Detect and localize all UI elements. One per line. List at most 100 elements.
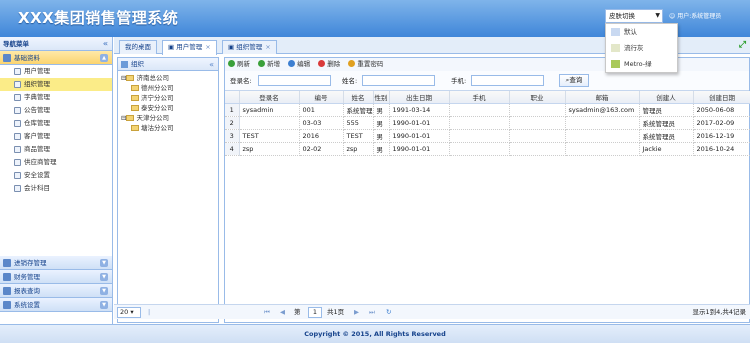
accordion-inventory[interactable]: 进销存管理 ▼ [0,256,112,270]
table-cell [509,116,566,130]
add-button[interactable]: 新增 [258,58,280,71]
column-header[interactable]: 邮箱 [565,91,640,104]
sidebar-item-security[interactable]: 安全设置 [0,169,112,182]
table-cell: 2016 [299,129,344,143]
folder-icon [126,115,135,121]
column-header[interactable]: 职业 [509,91,566,104]
table-row[interactable]: 3 TEST 2016 TEST 男 1990-01-01 系统管理员 2016-12-19 [225,129,750,143]
user-icon: ☺ [669,13,676,20]
footer: Copyright © 2015, All Rights Reserved [0,324,750,343]
folder-icon [131,125,139,131]
theme-option-gray[interactable]: 流行灰 [606,40,677,56]
table-cell: 男 [373,129,390,143]
collapse-left-icon[interactable]: « [103,37,108,51]
tree-node[interactable]: 塘沽分公司 [121,123,218,133]
expand-icon[interactable]: ▼ [100,259,108,267]
table-row[interactable]: 2 03-03 555 男 1990-01-01 系统管理员 2017-02-09 [225,116,750,130]
column-header[interactable]: 手机 [449,91,510,104]
column-header[interactable]: 创建人 [639,91,694,104]
sidebar-title: 导航菜单 [3,40,29,48]
page-input[interactable]: 1 [308,307,322,318]
search-button[interactable]: ⌕查询 [559,74,589,87]
table-cell [565,142,640,156]
phone-input[interactable] [471,75,544,86]
theme-swatch-icon [611,60,620,68]
tree-node[interactable]: ⊟ 天津分公司 [121,113,218,123]
tree-node[interactable]: 济宁分公司 [121,93,218,103]
tab-desktop[interactable]: 我的桌面 [119,40,157,54]
edit-button[interactable]: 编辑 [288,58,310,71]
user-info[interactable]: ☺ 用户:系统管理员 [669,11,721,20]
phone-field: 手机: [451,75,544,87]
refresh-icon[interactable]: ↻ [386,305,391,320]
refresh-button[interactable]: 刷新 [228,58,250,71]
theme-option-default[interactable]: 默认 [606,24,677,40]
table-cell [509,142,566,156]
finance-icon [3,273,11,281]
next-page-icon[interactable]: ▶ [354,305,359,320]
sidebar-item-warehouse[interactable]: 仓库管理 [0,117,112,130]
list-icon [14,185,21,192]
expand-icon[interactable]: ▼ [100,301,108,309]
settings-icon [3,301,11,309]
row-number: 2 [225,116,240,130]
column-header[interactable]: 创建日期 [693,91,750,104]
tab-org-management[interactable]: ▣ 组织管理 × [222,40,277,54]
theme-option-metro-green[interactable]: Metro-绿 [606,56,677,72]
column-header[interactable]: 编号 [299,91,344,104]
tab-user-management[interactable]: ▣ 用户管理 × [162,40,217,55]
accordion-finance[interactable]: 财务管理 ▼ [0,270,112,284]
table-header-row: 登录名 编号 姓名 性别 出生日期 手机 职业 邮箱 创建人 创建日期 [225,91,750,104]
login-input[interactable] [258,75,331,86]
sidebar-item-supplier[interactable]: 供应商管理 [0,156,112,169]
collapse-icon[interactable]: ▲ [100,54,108,62]
page-suffix: 共1页 [327,308,345,316]
close-icon[interactable]: × [205,43,210,51]
accordion-system[interactable]: 系统设置 ▼ [0,298,112,312]
chevron-down-icon: ▾ [130,308,134,316]
column-header[interactable]: 姓名 [343,91,374,104]
collapse-left-icon[interactable]: « [209,58,214,71]
folder-icon [131,105,139,111]
sidebar-item-customer[interactable]: 客户管理 [0,130,112,143]
theme-select[interactable]: 皮肤切换 ▼ [605,9,663,23]
tree-node[interactable]: 德州分公司 [121,83,218,93]
page-size-select[interactable]: 20 ▾ [117,307,141,318]
delete-button[interactable]: 删除 [318,58,340,71]
sidebar-item-org[interactable]: 组织管理 [0,78,112,91]
table-row[interactable]: 1sysadmin001系统管理员男1991-03-14 sysadmin@163… [225,103,750,117]
reset-password-button[interactable]: 重置密码 [348,58,383,71]
first-page-icon[interactable]: ⏮ [264,305,270,320]
name-field: 姓名: [342,75,435,87]
theme-dropdown: 默认 流行灰 Metro-绿 [605,23,678,73]
warehouse-icon [14,120,21,127]
prev-page-icon[interactable]: ◀ [280,305,285,320]
table-cell: sysadmin [239,103,300,117]
column-header[interactable]: 登录名 [239,91,300,104]
sidebar-item-notice[interactable]: 公告管理 [0,104,112,117]
accordion-basic-data[interactable]: 基础资料 ▲ [0,51,112,65]
tree-node[interactable]: ⊟ 济南总公司 [121,73,218,83]
table-cell: zsp [343,142,374,156]
row-number: 1 [225,103,240,117]
tree-node[interactable]: 泰安分公司 [121,103,218,113]
expand-icon[interactable]: ▼ [100,273,108,281]
fullscreen-icon[interactable]: ⤢ [739,40,746,50]
name-input[interactable] [362,75,435,86]
table-cell: 001 [299,103,344,117]
table-row[interactable]: 4 zsp 02-02 zsp 男 1990-01-01 Jackie 2016-10-24 [225,142,750,156]
table-cell [565,116,640,130]
last-page-icon[interactable]: ⏭ [369,305,375,320]
org-icon [121,61,128,68]
sidebar-item-accounting[interactable]: 会计科目 [0,182,112,195]
column-header[interactable]: 出生日期 [389,91,450,104]
sidebar-item-goods[interactable]: 商品管理 [0,143,112,156]
sidebar-item-users[interactable]: 用户管理 [0,65,112,78]
accordion-reports[interactable]: 报表查询 ▼ [0,284,112,298]
table-cell: 555 [343,116,374,130]
table-cell [239,116,300,130]
expand-icon[interactable]: ▼ [100,287,108,295]
column-header[interactable]: 性别 [373,91,390,104]
close-icon[interactable]: × [265,43,270,51]
sidebar-item-dictionary[interactable]: 字典管理 [0,91,112,104]
